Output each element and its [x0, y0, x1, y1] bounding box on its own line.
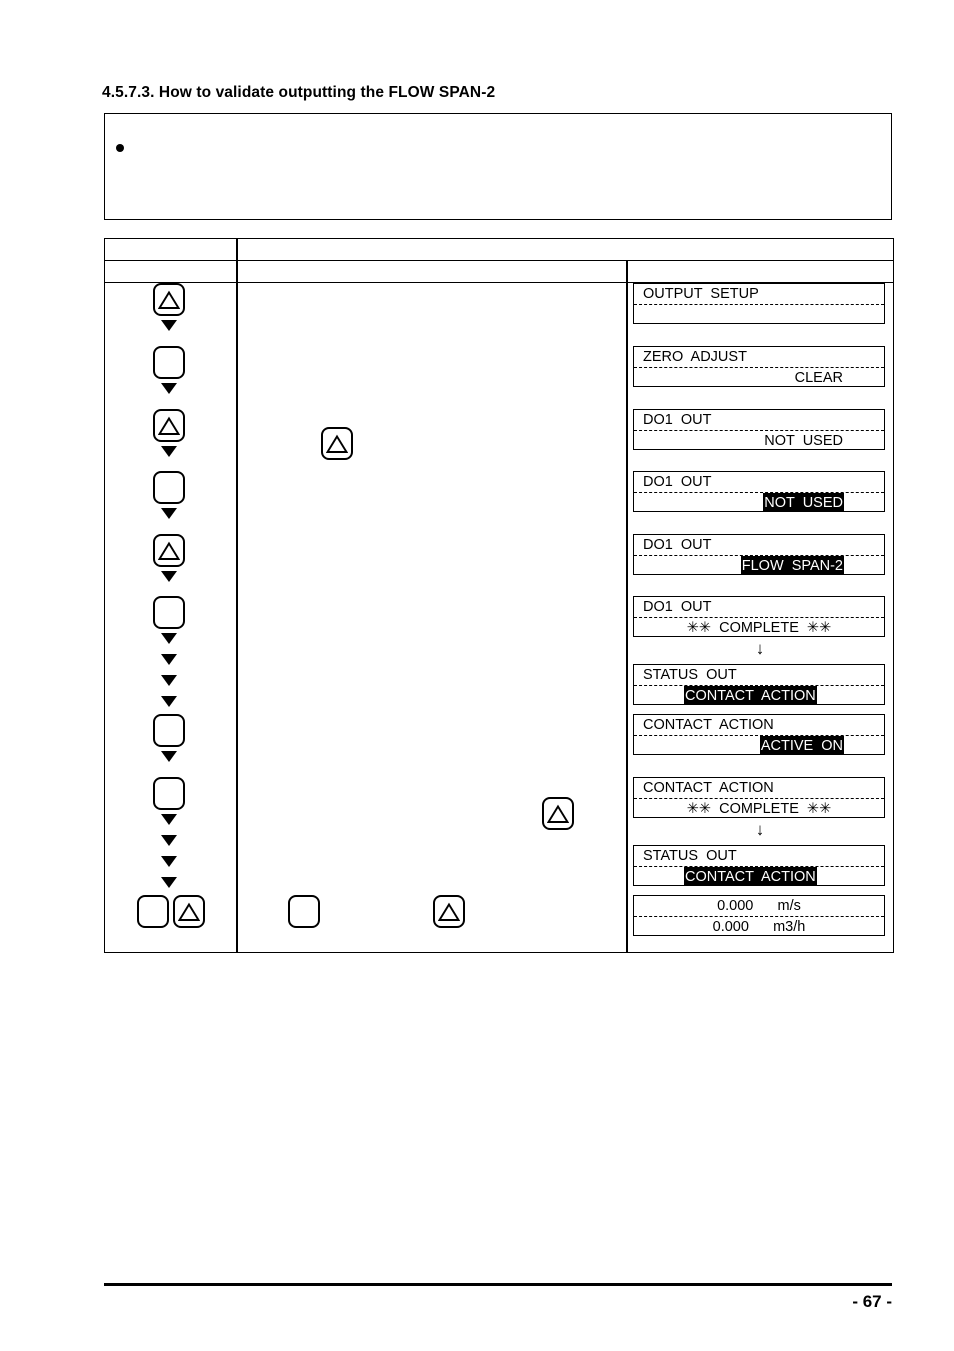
- display-do1-out-complete-line1: DO1 OUT: [643, 599, 712, 615]
- display-do1-out-flow-span-2-line2: FLOW SPAN-2: [740, 555, 844, 574]
- table-header-row-1: [105, 239, 893, 261]
- lcd-divider: [634, 366, 884, 368]
- key-triangle-2[interactable]: [153, 409, 185, 442]
- display-output-setup-line1: OUTPUT SETUP: [643, 286, 759, 302]
- display-status-out-contact-action-2-line1: STATUS OUT: [643, 848, 737, 864]
- down-arrow-icon: [161, 814, 177, 825]
- page-title: 4.5.7.3. How to validate outputting the …: [102, 84, 496, 101]
- key-blank-3[interactable]: [153, 596, 185, 629]
- display-zero-adjust-line1: ZERO ADJUST: [643, 349, 747, 365]
- down-arrow-icon: [161, 877, 177, 888]
- key-triangle-6[interactable]: [542, 797, 574, 830]
- key-triangle-3[interactable]: [153, 534, 185, 567]
- key-blank-4[interactable]: [153, 714, 185, 747]
- display-status-out-contact-action-2-line2: CONTACT ACTION: [684, 866, 817, 885]
- display-do1-out-not-used-selected: DO1 OUT NOT USED: [633, 471, 885, 512]
- key-blank-5[interactable]: [153, 777, 185, 810]
- key-triangle-4[interactable]: [173, 895, 205, 928]
- table-header-row-2: [105, 261, 893, 283]
- table-column-divider-1: [236, 239, 238, 952]
- lcd-divider: [634, 491, 884, 493]
- lcd-divider: [634, 865, 884, 867]
- lcd-divider: [634, 915, 884, 917]
- transition-arrow-icon: ↓: [755, 820, 765, 839]
- triangle-up-icon: [326, 434, 348, 453]
- triangle-up-icon: [547, 804, 569, 823]
- transition-arrow-icon: ↓: [755, 639, 765, 658]
- footer-divider: [104, 1283, 892, 1286]
- display-flow-readings: 0.000 m/s 0.000 m3/h: [633, 895, 885, 936]
- triangle-up-icon: [158, 290, 180, 309]
- down-arrow-icon: [161, 751, 177, 762]
- down-arrow-icon: [161, 835, 177, 846]
- display-do1-out-complete-line2: ✳✳ COMPLETE ✳✳: [686, 619, 832, 636]
- triangle-up-icon: [158, 541, 180, 560]
- display-contact-action-active-on-line1: CONTACT ACTION: [643, 717, 774, 733]
- display-contact-action-complete-line1: CONTACT ACTION: [643, 780, 774, 796]
- display-do1-out-flow-span-2: DO1 OUT FLOW SPAN-2: [633, 534, 885, 575]
- display-contact-action-active-on: CONTACT ACTION ACTIVE ON: [633, 714, 885, 755]
- display-status-out-contact-action-1: STATUS OUT CONTACT ACTION: [633, 664, 885, 705]
- lcd-divider: [634, 797, 884, 799]
- display-do1-out-not-used-selected-line1: DO1 OUT: [643, 474, 712, 490]
- display-do1-out-complete: DO1 OUT ✳✳ COMPLETE ✳✳: [633, 596, 885, 637]
- table-column-divider-2: [626, 261, 628, 952]
- bullet-icon: [116, 144, 124, 152]
- down-arrow-icon: [161, 508, 177, 519]
- lcd-divider: [634, 429, 884, 431]
- lcd-divider: [634, 616, 884, 618]
- key-triangle-1[interactable]: [153, 283, 185, 316]
- display-status-out-contact-action-1-line1: STATUS OUT: [643, 667, 737, 683]
- down-arrow-icon: [161, 633, 177, 644]
- key-triangle-5[interactable]: [321, 427, 353, 460]
- display-zero-adjust: ZERO ADJUST CLEAR: [633, 346, 885, 387]
- display-do1-out-not-used-line2: NOT USED: [764, 432, 843, 449]
- display-do1-out-flow-span-2-line1: DO1 OUT: [643, 537, 712, 553]
- down-arrow-icon: [161, 654, 177, 665]
- down-arrow-icon: [161, 383, 177, 394]
- down-arrow-icon: [161, 571, 177, 582]
- triangle-up-icon: [158, 416, 180, 435]
- key-blank-6[interactable]: [137, 895, 169, 928]
- lcd-divider: [634, 554, 884, 556]
- display-do1-out-not-used-selected-line2: NOT USED: [763, 492, 844, 511]
- triangle-up-icon: [178, 902, 200, 921]
- display-status-out-contact-action-2: STATUS OUT CONTACT ACTION: [633, 845, 885, 886]
- key-blank-1[interactable]: [153, 346, 185, 379]
- display-do1-out-not-used: DO1 OUT NOT USED: [633, 409, 885, 450]
- lcd-divider: [634, 303, 884, 305]
- display-output-setup-line2: [634, 305, 884, 324]
- display-contact-action-complete-line2: ✳✳ COMPLETE ✳✳: [686, 800, 832, 817]
- lcd-divider: [634, 684, 884, 686]
- key-blank-7[interactable]: [288, 895, 320, 928]
- display-zero-adjust-line2: CLEAR: [794, 369, 843, 386]
- lcd-divider: [634, 734, 884, 736]
- display-flow-readings-line1: 0.000 m/s: [717, 898, 801, 914]
- down-arrow-icon: [161, 696, 177, 707]
- display-do1-out-not-used-line1: DO1 OUT: [643, 412, 712, 428]
- display-status-out-contact-action-1-line2: CONTACT ACTION: [684, 685, 817, 704]
- display-contact-action-active-on-line2: ACTIVE ON: [759, 735, 844, 754]
- display-output-setup: OUTPUT SETUP: [633, 283, 885, 324]
- down-arrow-icon: [161, 675, 177, 686]
- display-contact-action-complete: CONTACT ACTION ✳✳ COMPLETE ✳✳: [633, 777, 885, 818]
- down-arrow-icon: [161, 320, 177, 331]
- display-flow-readings-line2: 0.000 m3/h: [712, 918, 806, 935]
- triangle-up-icon: [438, 902, 460, 921]
- down-arrow-icon: [161, 856, 177, 867]
- key-triangle-7[interactable]: [433, 895, 465, 928]
- page-number: - 67 -: [852, 1292, 892, 1311]
- note-box: [104, 113, 892, 220]
- down-arrow-icon: [161, 446, 177, 457]
- key-blank-2[interactable]: [153, 471, 185, 504]
